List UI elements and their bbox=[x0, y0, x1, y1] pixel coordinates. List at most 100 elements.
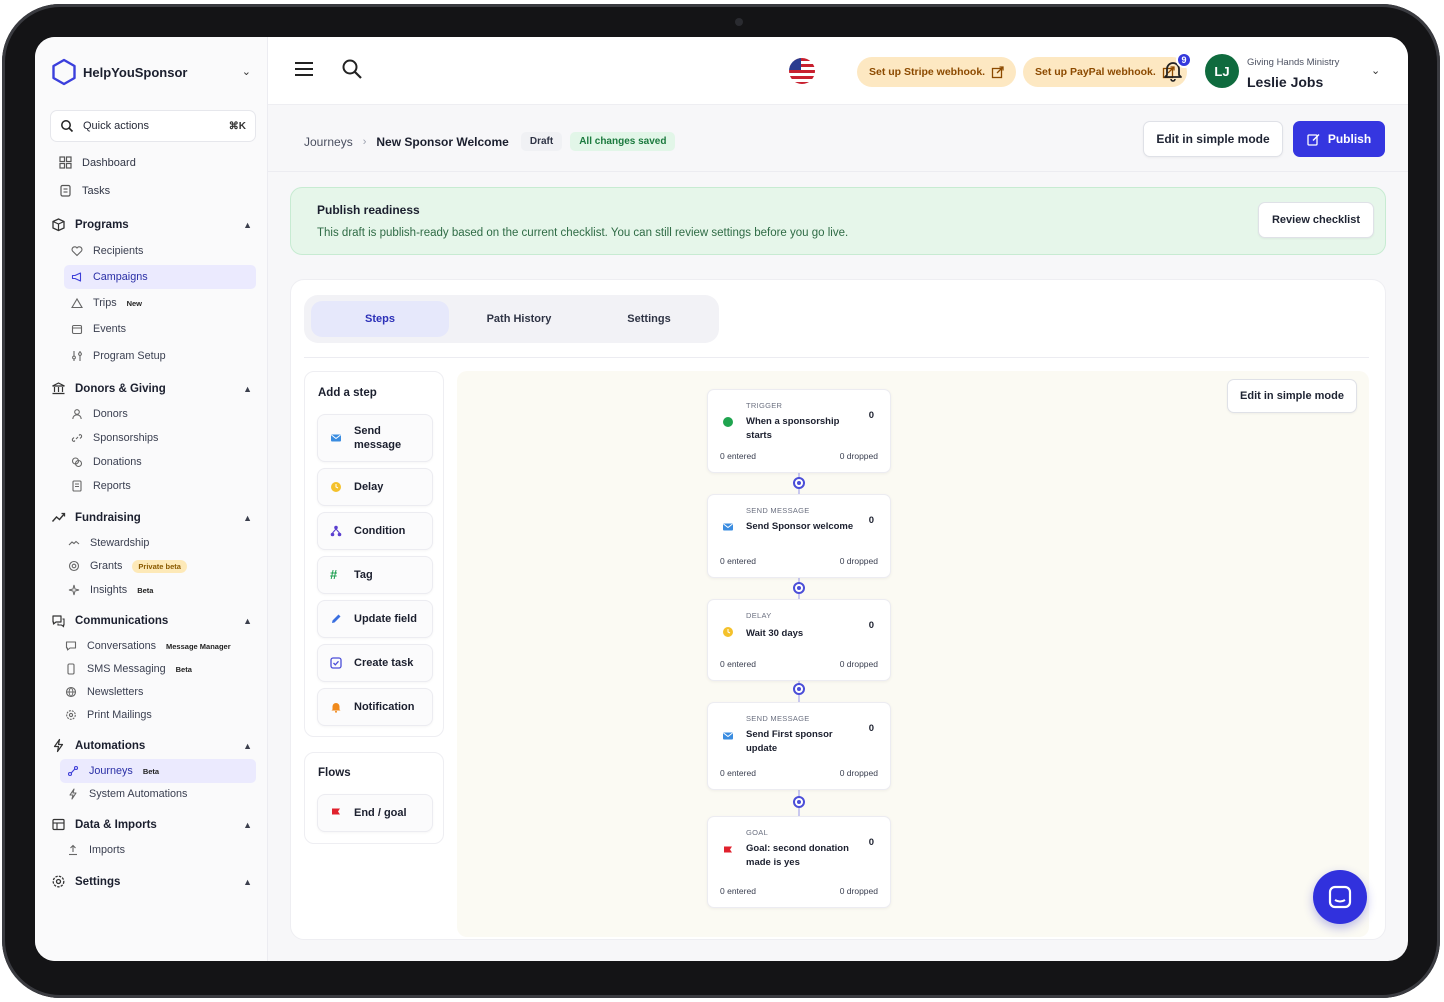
menu-icon[interactable] bbox=[294, 61, 314, 77]
node-count: 0 bbox=[868, 620, 874, 631]
calendar-icon bbox=[71, 324, 83, 335]
sidebar-item-donors[interactable]: Donors bbox=[64, 402, 256, 426]
message-manager-badge: Message Manager bbox=[166, 641, 231, 651]
canvas-simple-mode-button[interactable]: Edit in simple mode bbox=[1227, 379, 1357, 413]
sidebar-item-label: Donations bbox=[93, 456, 142, 468]
chat-icon bbox=[65, 641, 77, 651]
sidebar-item-system-automations[interactable]: System Automations bbox=[60, 782, 252, 806]
sidebar-section-automations[interactable]: Automations ▲ bbox=[51, 738, 252, 753]
sidebar-item-recipients[interactable]: Recipients bbox=[64, 239, 256, 263]
add-end-goal-button[interactable]: End / goal bbox=[317, 794, 433, 832]
publish-button[interactable]: Publish bbox=[1293, 121, 1385, 157]
tab-steps[interactable]: Steps bbox=[311, 301, 449, 337]
sidebar-item-sms-messaging[interactable]: SMS Messaging Beta bbox=[58, 657, 250, 681]
brand-switcher[interactable]: HelpYouSponsor ⌄ bbox=[51, 57, 251, 87]
sidebar-item-campaigns[interactable]: Campaigns bbox=[64, 265, 256, 289]
publish-label: Publish bbox=[1327, 132, 1372, 146]
journey-node-goal[interactable]: GOAL Goal: second donation made is yes 0… bbox=[707, 816, 891, 908]
sidebar-item-label: Sponsorships bbox=[93, 432, 159, 444]
add-step-connector[interactable] bbox=[793, 582, 805, 594]
paypal-webhook-label: Set up PayPal webhook. bbox=[1035, 66, 1156, 78]
sidebar-item-dashboard[interactable]: Dashboard bbox=[59, 156, 136, 169]
sidebar-item-conversations[interactable]: Conversations Message Manager bbox=[58, 634, 250, 658]
sidebar-item-label: Tasks bbox=[82, 184, 111, 197]
top-bar: Set up Stripe webhook. Set up PayPal web… bbox=[268, 37, 1408, 105]
flows-title: Flows bbox=[318, 767, 351, 779]
gear-icon bbox=[66, 710, 76, 720]
tab-settings[interactable]: Settings bbox=[589, 301, 709, 337]
chat-support-button[interactable] bbox=[1313, 870, 1367, 924]
link-icon bbox=[71, 433, 83, 443]
search-icon bbox=[61, 120, 74, 133]
sidebar-section-donors[interactable]: Donors & Giving ▲ bbox=[51, 381, 252, 396]
save-state-badge: All changes saved bbox=[570, 132, 676, 151]
pencil-icon bbox=[332, 614, 341, 623]
shortcut-hint: ⌘K bbox=[228, 120, 246, 132]
quick-actions-button[interactable]: Quick actions ⌘K bbox=[50, 110, 256, 142]
add-tag-button[interactable]: # Tag bbox=[317, 556, 433, 594]
node-entered: 0 entered bbox=[720, 659, 756, 669]
sidebar-item-print-mailings[interactable]: Print Mailings bbox=[58, 703, 250, 727]
chat-bubbles-icon bbox=[52, 615, 65, 628]
add-notification-button[interactable]: Notification bbox=[317, 688, 433, 726]
upload-icon bbox=[69, 844, 77, 856]
bolt-icon bbox=[69, 788, 77, 800]
review-checklist-button[interactable]: Review checklist bbox=[1258, 202, 1374, 238]
breadcrumb-journeys[interactable]: Journeys bbox=[304, 135, 353, 149]
sidebar-item-events[interactable]: Events bbox=[64, 317, 256, 341]
edit-simple-mode-button[interactable]: Edit in simple mode bbox=[1143, 121, 1283, 157]
sidebar-item-trips[interactable]: Trips New bbox=[64, 291, 256, 315]
sidebar-item-stewardship[interactable]: Stewardship bbox=[61, 531, 253, 555]
sidebar-item-imports[interactable]: Imports bbox=[60, 838, 252, 862]
journey-node-trigger[interactable]: TRIGGER When a sponsorship starts 0 0 en… bbox=[707, 389, 891, 473]
add-update-field-button[interactable]: Update field bbox=[317, 600, 433, 638]
step-label: Create task bbox=[354, 657, 414, 669]
dashboard-icon bbox=[59, 156, 72, 169]
sidebar-item-sponsorships[interactable]: Sponsorships bbox=[64, 426, 256, 450]
search-icon[interactable] bbox=[341, 58, 363, 80]
sidebar-item-tasks[interactable]: Tasks bbox=[59, 184, 110, 197]
us-flag-icon[interactable] bbox=[789, 58, 815, 84]
sidebar-item-journeys[interactable]: Journeys Beta bbox=[60, 759, 256, 783]
journey-node-delay[interactable]: DELAY Wait 30 days 0 0 entered 0 dropped bbox=[707, 599, 891, 681]
add-step-connector[interactable] bbox=[793, 477, 805, 489]
sidebar-item-donations[interactable]: Donations bbox=[64, 450, 256, 474]
heart-icon bbox=[71, 246, 83, 257]
chevron-up-icon: ▲ bbox=[243, 876, 252, 887]
add-send-message-button[interactable]: Send message bbox=[317, 414, 433, 462]
sidebar-item-label: Stewardship bbox=[90, 537, 150, 549]
beta-badge: Beta bbox=[175, 664, 192, 674]
add-create-task-button[interactable]: Create task bbox=[317, 644, 433, 682]
sidebar-item-label: Print Mailings bbox=[87, 709, 152, 721]
step-label: Tag bbox=[354, 569, 373, 581]
node-dropped: 0 dropped bbox=[839, 451, 878, 461]
sidebar-item-program-setup[interactable]: Program Setup bbox=[64, 344, 256, 368]
chevron-down-icon[interactable]: ⌄ bbox=[242, 65, 251, 78]
sidebar-item-insights[interactable]: Insights Beta bbox=[61, 578, 253, 602]
add-step-connector[interactable] bbox=[793, 683, 805, 695]
sidebar-section-settings[interactable]: Settings ▲ bbox=[51, 874, 252, 889]
sidebar-item-label: Recipients bbox=[93, 245, 144, 257]
sidebar-item-reports[interactable]: Reports bbox=[64, 474, 256, 498]
stripe-webhook-button[interactable]: Set up Stripe webhook. bbox=[857, 57, 1017, 87]
journey-editor-panel: Steps Path History Settings Add a step S… bbox=[290, 279, 1386, 940]
brand-logo-icon bbox=[52, 58, 76, 86]
journey-node-send-message[interactable]: SEND MESSAGE Send First sponsor update 0… bbox=[707, 702, 891, 790]
chevron-right-icon: › bbox=[362, 135, 367, 148]
sidebar: HelpYouSponsor ⌄ Quick actions ⌘K Dashbo… bbox=[35, 37, 268, 961]
chevron-down-icon[interactable]: ⌄ bbox=[1371, 64, 1380, 77]
add-condition-button[interactable]: Condition bbox=[317, 512, 433, 550]
sidebar-item-newsletters[interactable]: Newsletters bbox=[58, 680, 250, 704]
avatar[interactable]: LJ bbox=[1205, 54, 1239, 88]
sidebar-section-data[interactable]: Data & Imports ▲ bbox=[51, 817, 252, 832]
sidebar-section-fundraising[interactable]: Fundraising ▲ bbox=[51, 510, 252, 525]
add-step-connector[interactable] bbox=[793, 796, 805, 808]
journey-node-send-message[interactable]: SEND MESSAGE Send Sponsor welcome 0 0 en… bbox=[707, 494, 891, 578]
sidebar-section-communications[interactable]: Communications ▲ bbox=[51, 613, 252, 628]
journey-canvas[interactable]: Edit in simple mode TRIGGER When a spons… bbox=[457, 371, 1369, 937]
tab-path-history[interactable]: Path History bbox=[454, 301, 584, 337]
sidebar-item-grants[interactable]: Grants Private beta bbox=[61, 554, 253, 578]
sidebar-section-programs[interactable]: Programs ▲ bbox=[51, 217, 252, 232]
phone-icon bbox=[67, 663, 75, 675]
add-delay-button[interactable]: Delay bbox=[317, 468, 433, 506]
